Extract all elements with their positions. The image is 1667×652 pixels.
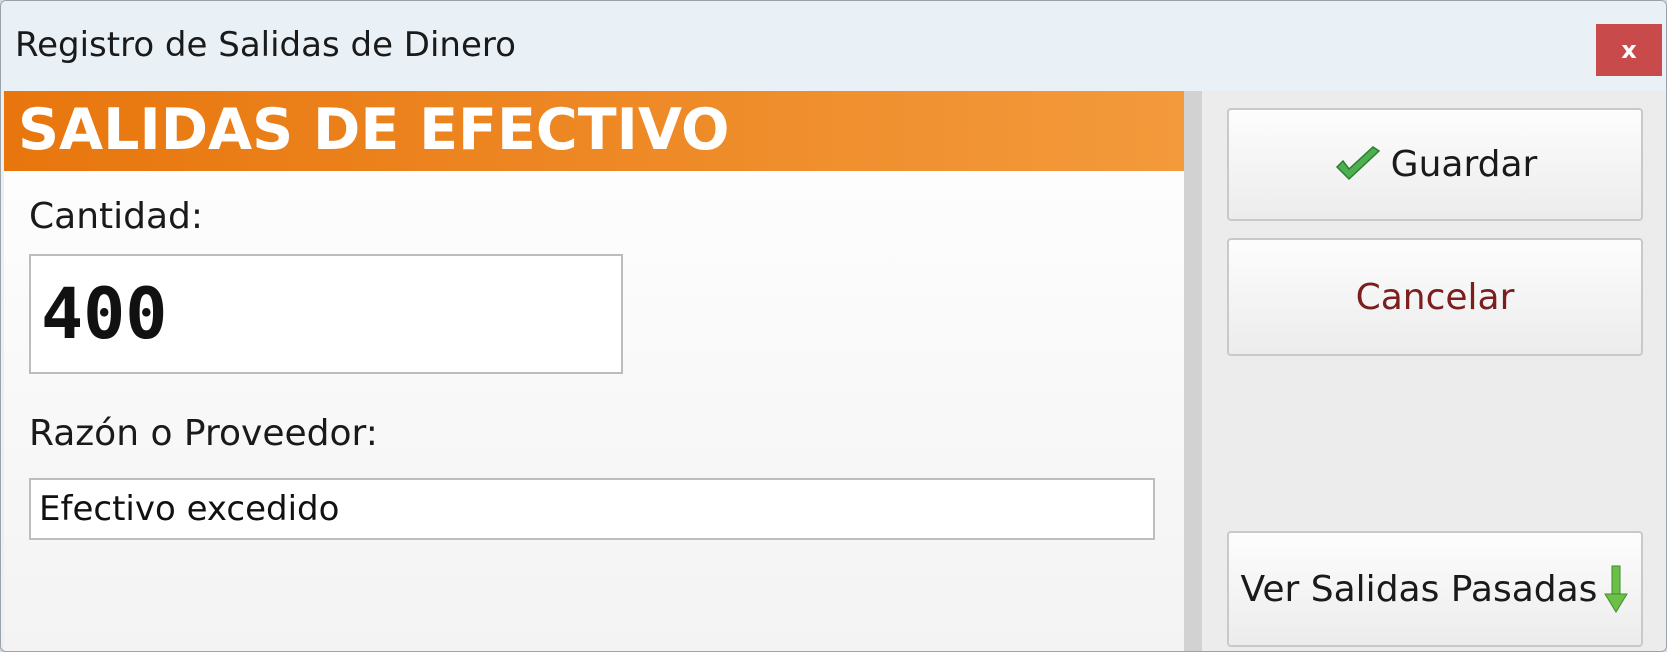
- amount-label: Cantidad:: [29, 196, 204, 237]
- close-button[interactable]: x: [1596, 24, 1662, 76]
- view-past-withdrawals-button[interactable]: Ver Salidas Pasadas: [1227, 531, 1643, 647]
- title-bar: Registro de Salidas de Dinero x: [1, 1, 1666, 91]
- check-icon: [1333, 145, 1383, 185]
- panel-divider: [1184, 91, 1202, 651]
- view-past-withdrawals-label: Ver Salidas Pasadas: [1240, 568, 1598, 610]
- dialog-window: Registro de Salidas de Dinero x SALIDAS …: [0, 0, 1667, 652]
- section-header: SALIDAS DE EFECTIVO: [4, 91, 1184, 171]
- cancel-button-label: Cancelar: [1355, 276, 1515, 318]
- amount-input[interactable]: [29, 254, 623, 374]
- save-button-label: Guardar: [1390, 144, 1538, 185]
- reason-input[interactable]: [29, 478, 1155, 540]
- cancel-button[interactable]: Cancelar: [1227, 238, 1643, 356]
- close-icon: x: [1621, 36, 1637, 64]
- section-title: SALIDAS DE EFECTIVO: [18, 97, 730, 163]
- actions-panel: Guardar Cancelar Ver Salidas Pasadas: [1202, 91, 1666, 651]
- save-button[interactable]: Guardar: [1227, 108, 1643, 221]
- reason-label: Razón o Proveedor:: [29, 413, 378, 454]
- form-panel: SALIDAS DE EFECTIVO Cantidad: Razón o Pr…: [4, 91, 1184, 651]
- window-title: Registro de Salidas de Dinero: [15, 25, 516, 65]
- arrow-down-icon: [1603, 564, 1629, 614]
